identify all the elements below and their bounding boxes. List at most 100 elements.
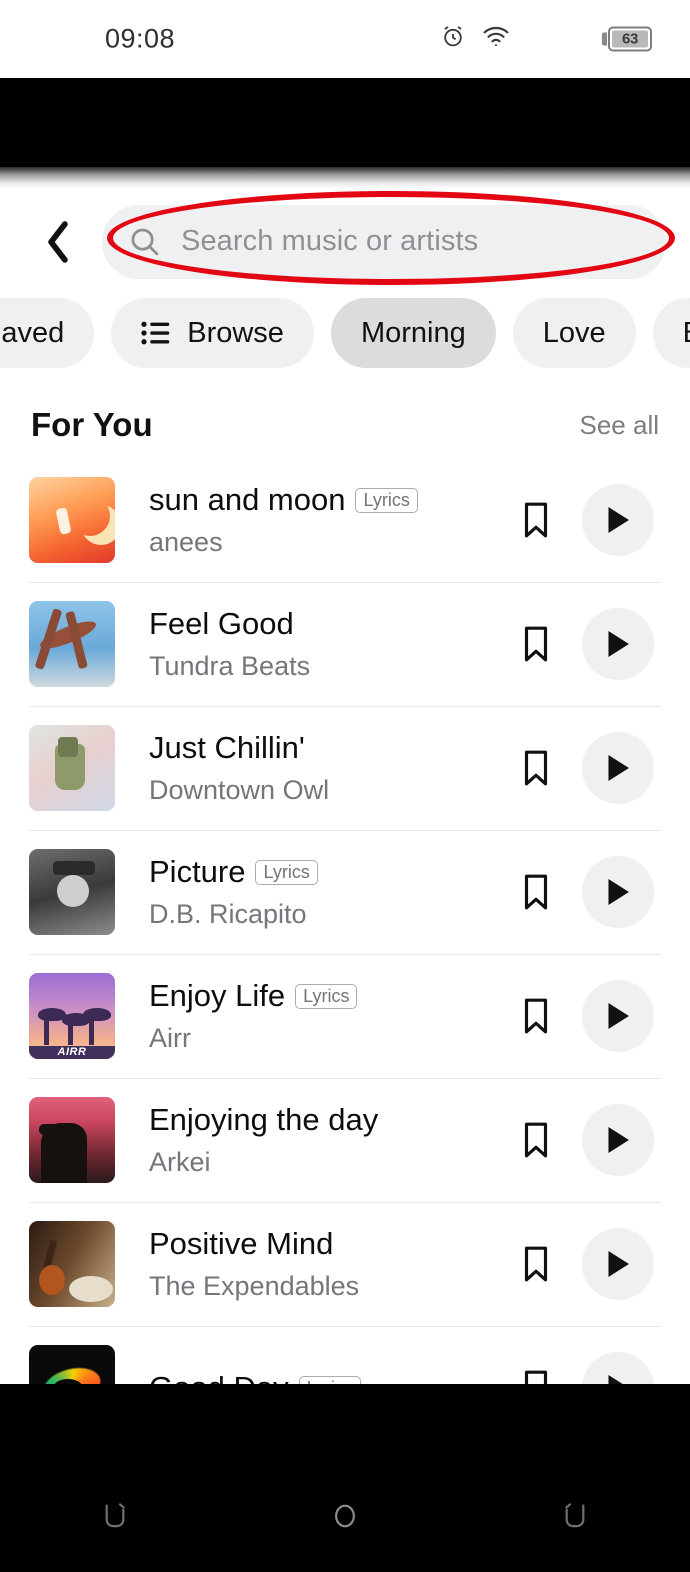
page-title: For You — [31, 406, 153, 443]
track-info: Feel Good Tundra Beats — [149, 606, 500, 682]
play-icon — [608, 879, 629, 905]
letterbox-top — [0, 78, 690, 167]
search-icon — [128, 225, 161, 258]
bookmark-icon — [524, 1370, 548, 1384]
bookmark-button[interactable] — [500, 484, 572, 556]
play-icon — [608, 1003, 629, 1029]
track-row[interactable]: Positive Mind The Expendables — [0, 1202, 690, 1326]
lyrics-badge: Lyrics — [355, 487, 418, 513]
chip-label: Browse — [187, 316, 284, 349]
chip-birthday[interactable]: Birthday — [652, 298, 690, 368]
track-artist: Downtown Owl — [149, 775, 330, 805]
chip-morning[interactable]: Morning — [330, 298, 496, 368]
chip-label: Saved — [0, 316, 65, 349]
album-art — [29, 1097, 115, 1183]
chip-love[interactable]: Love — [512, 298, 636, 368]
track-list: sun and moon Lyrics anees Feel Good Tund… — [0, 458, 690, 1384]
track-artist: Arkei — [149, 1147, 211, 1177]
track-artist: anees — [149, 527, 223, 557]
bookmark-icon — [524, 1122, 548, 1158]
bookmark-button[interactable] — [500, 732, 572, 804]
search-placeholder: Search music or artists — [181, 225, 479, 257]
see-all-link[interactable]: See all — [580, 410, 660, 441]
status-bar: 09:08 63 — [0, 0, 690, 78]
track-row[interactable]: Good Day Lyrics — [0, 1326, 690, 1384]
bookmark-icon — [524, 874, 548, 910]
track-info: Enjoy Life Lyrics Airr — [149, 978, 500, 1054]
track-row[interactable]: Enjoying the day Arkei — [0, 1078, 690, 1202]
track-artist: D.B. Ricapito — [149, 899, 307, 929]
track-title: Just Chillin' — [149, 730, 305, 765]
track-row[interactable]: sun and moon Lyrics anees — [0, 458, 690, 582]
bookmark-button[interactable] — [500, 856, 572, 928]
wifi-icon — [482, 24, 510, 55]
section-header: For You See all — [0, 392, 690, 458]
back-button[interactable] — [22, 206, 94, 278]
bookmark-icon — [524, 626, 548, 662]
track-info: sun and moon Lyrics anees — [149, 482, 500, 558]
search-input[interactable]: Search music or artists — [102, 204, 666, 279]
album-art — [29, 1221, 115, 1307]
recents-icon — [105, 1503, 125, 1528]
bookmark-button[interactable] — [500, 1228, 572, 1300]
top-fade-overlay — [0, 167, 690, 189]
album-art: AIRR — [29, 973, 115, 1059]
track-row[interactable]: AIRR Enjoy Life Lyrics Airr — [0, 954, 690, 1078]
track-title: Feel Good — [149, 606, 294, 641]
album-art — [29, 477, 115, 563]
lyrics-badge: Lyrics — [255, 859, 318, 885]
track-title: sun and moon — [149, 482, 346, 517]
alarm-clock-icon — [440, 24, 466, 55]
track-info: Good Day Lyrics — [149, 1370, 500, 1384]
battery-percent-label: 63 — [612, 30, 648, 48]
album-art — [29, 849, 115, 935]
play-button[interactable] — [582, 980, 654, 1052]
filter-chip-row[interactable]: Saved Browse Morning Love Birthda — [0, 297, 690, 369]
bookmark-button[interactable] — [500, 980, 572, 1052]
play-button[interactable] — [582, 484, 654, 556]
phone-screen: 09:08 63 Search music or artists aved Br… — [0, 0, 690, 1572]
bookmark-button[interactable] — [500, 608, 572, 680]
track-title: Enjoy Life — [149, 978, 286, 1013]
home-button[interactable] — [290, 1476, 400, 1556]
bookmark-button[interactable] — [500, 1104, 572, 1176]
bookmark-icon — [524, 502, 548, 538]
back-icon — [565, 1503, 585, 1528]
track-artist: Tundra Beats — [149, 651, 311, 681]
back-nav-button[interactable] — [520, 1476, 630, 1556]
play-icon — [608, 631, 629, 657]
track-row[interactable]: Feel Good Tundra Beats — [0, 582, 690, 706]
track-info: Picture Lyrics D.B. Ricapito — [149, 854, 500, 930]
play-button[interactable] — [582, 856, 654, 928]
chip-browse[interactable]: Browse — [111, 298, 314, 368]
play-button[interactable] — [582, 1352, 654, 1384]
status-bar-icons: 63 — [400, 0, 690, 78]
app-content: Search music or artists Saved Browse — [0, 167, 690, 1384]
status-bar-clock: 09:08 — [105, 23, 176, 54]
chip-label: Birthday — [683, 317, 690, 350]
bookmark-icon — [524, 750, 548, 786]
track-artist: Airr — [149, 1023, 191, 1053]
track-artist: The Expendables — [149, 1271, 360, 1301]
track-row[interactable]: Just Chillin' Downtown Owl — [0, 706, 690, 830]
album-art — [29, 601, 115, 687]
play-button[interactable] — [582, 732, 654, 804]
search-header: Search music or artists — [0, 189, 690, 294]
play-button[interactable] — [582, 1228, 654, 1300]
track-row[interactable]: Picture Lyrics D.B. Ricapito — [0, 830, 690, 954]
lyrics-badge: Lyrics — [298, 1375, 361, 1384]
letterbox-bottom — [0, 1384, 690, 1572]
chip-label: Morning — [360, 316, 466, 349]
recents-button[interactable] — [60, 1476, 170, 1556]
bookmark-icon — [524, 1246, 548, 1282]
battery-nub — [602, 32, 607, 46]
play-icon — [608, 1375, 623, 1384]
home-icon — [335, 1504, 355, 1528]
chip-saved[interactable]: Saved — [0, 298, 95, 368]
track-title: Positive Mind — [149, 1226, 334, 1261]
chevron-left-icon — [48, 220, 68, 263]
chip-label: Love — [542, 316, 606, 349]
bookmark-button[interactable] — [500, 1352, 572, 1384]
play-button[interactable] — [582, 1104, 654, 1176]
play-button[interactable] — [582, 608, 654, 680]
